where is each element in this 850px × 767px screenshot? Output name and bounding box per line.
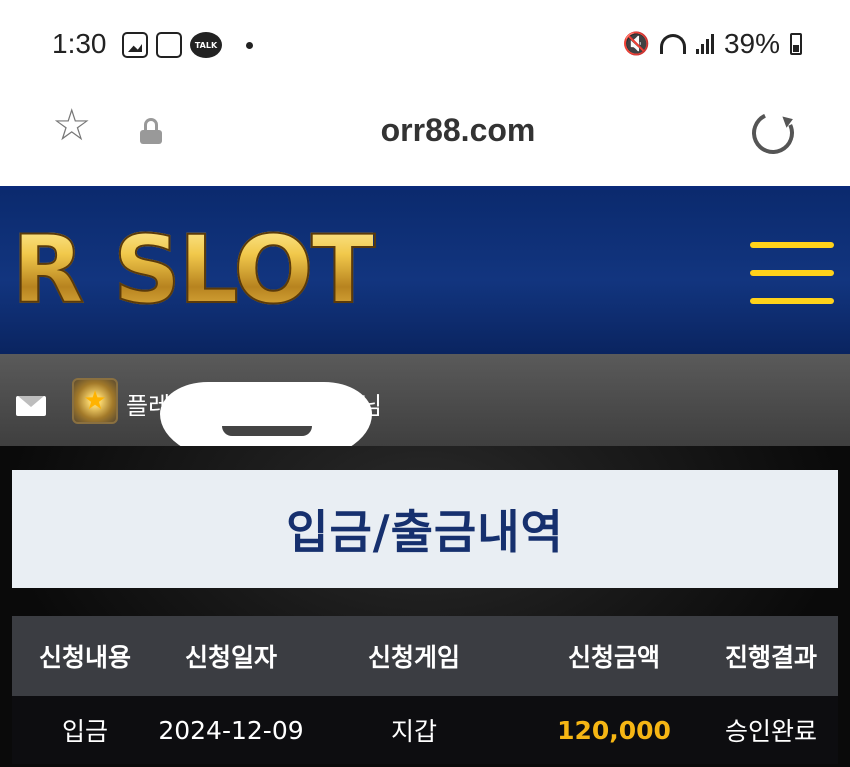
row-date: 2024-12-09 — [158, 715, 304, 745]
site-logo[interactable]: R SLOT — [11, 215, 376, 326]
user-bar: 플레 님 — [0, 354, 850, 446]
system-status: 🔇 39% — [623, 28, 802, 60]
status-bar: 1:30 TALK 🔇 39% — [0, 0, 850, 90]
signal-icon — [695, 34, 714, 54]
battery-icon — [790, 33, 802, 55]
column-header: 신청일자 — [184, 643, 277, 672]
battery-percent: 39% — [723, 28, 780, 59]
history-table: 신청내용 신청일자 신청게임 신청금액 진행결과 입금 2024-12-09 지… — [12, 616, 838, 764]
site-header: R SLOT — [0, 186, 850, 354]
gallery-icon — [122, 32, 148, 58]
column-header: 진행결과 — [724, 643, 817, 672]
table-header: 신청내용 신청일자 신청게임 신청금액 진행결과 — [12, 616, 838, 696]
row-type: 입금 — [61, 717, 108, 746]
wifi-icon — [659, 34, 686, 54]
page-title: 입금/출금내역 — [286, 505, 564, 559]
url-text[interactable]: orr88.com — [0, 112, 850, 149]
mute-icon: 🔇 — [622, 31, 650, 56]
status-time: 1:30 — [52, 28, 107, 59]
browser-url-bar: ☆ orr88.com — [0, 90, 850, 186]
column-header: 신청금액 — [567, 643, 660, 672]
table-row[interactable]: 입금 2024-12-09 지갑 120,000 승인완료 — [12, 696, 838, 764]
talk-icon: TALK — [190, 32, 222, 58]
column-header: 신청게임 — [367, 643, 460, 672]
row-amount: 120,000 — [557, 715, 671, 745]
more-notifications-dot-icon — [246, 41, 253, 49]
title-panel: 입금/출금내역 — [12, 470, 838, 588]
row-game: 지갑 — [390, 717, 437, 746]
app-notification-icon — [156, 32, 182, 58]
rank-badge-icon — [72, 378, 118, 424]
column-header: 신청내용 — [38, 643, 131, 672]
mail-icon[interactable] — [16, 396, 46, 416]
row-status: 승인완료 — [724, 717, 817, 746]
notification-icons: TALK — [122, 32, 253, 58]
hamburger-menu-icon[interactable] — [750, 242, 834, 304]
